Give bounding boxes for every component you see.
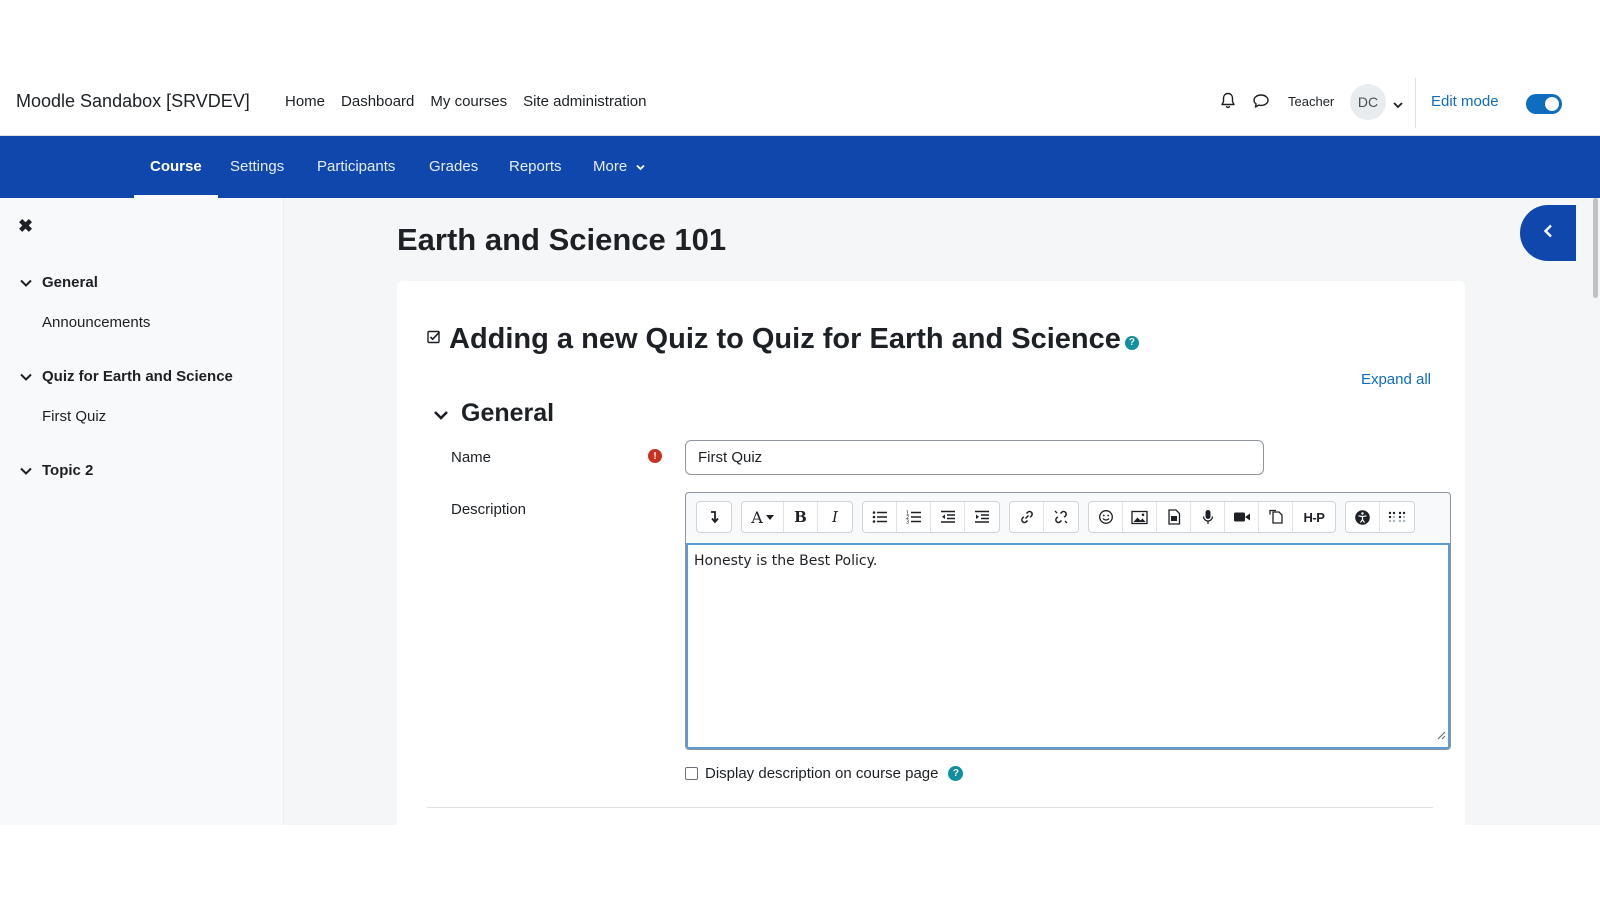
- accessibility-icon[interactable]: [1346, 502, 1380, 532]
- tab-participants[interactable]: Participants: [317, 136, 395, 198]
- resize-handle-icon[interactable]: [1436, 727, 1446, 745]
- course-index-section-title[interactable]: Topic 2: [42, 462, 93, 479]
- section-title[interactable]: General: [461, 399, 554, 428]
- open-block-drawer-button[interactable]: [1520, 205, 1576, 261]
- expand-all-link[interactable]: Expand all: [1361, 371, 1431, 388]
- quiz-icon: [427, 330, 441, 349]
- name-label: Name: [451, 449, 492, 466]
- chevron-down-icon[interactable]: [1393, 96, 1403, 114]
- secondary-navigation: Course Settings Participants Grades Repo…: [0, 136, 1600, 198]
- nav-my-courses[interactable]: My courses: [430, 93, 507, 110]
- chevron-down-icon: [636, 136, 645, 198]
- edit-mode-label[interactable]: Edit mode: [1431, 93, 1499, 110]
- course-index-drawer: ✖ General Announcements Quiz for Earth a…: [0, 198, 284, 825]
- site-name[interactable]: Moodle Sandabox [SRVDEV]: [16, 91, 250, 112]
- main-region: Earth and Science 101 Adding a new Quiz …: [284, 198, 1600, 825]
- close-icon[interactable]: ✖: [18, 216, 33, 237]
- bold-icon[interactable]: B: [784, 502, 818, 532]
- tab-reports[interactable]: Reports: [509, 136, 562, 198]
- course-index-section-title[interactable]: Quiz for Earth and Science: [42, 368, 233, 385]
- chevron-down-icon[interactable]: [20, 274, 32, 291]
- svg-text:3: 3: [906, 520, 909, 525]
- help-icon[interactable]: ?: [948, 766, 964, 781]
- link-icon[interactable]: [1010, 502, 1044, 532]
- form-title: Adding a new Quiz to Quiz for Earth and …: [449, 323, 1121, 355]
- section-toggle-general[interactable]: General: [433, 399, 554, 428]
- required-icon: !: [648, 449, 662, 463]
- toolbar-group: 123: [862, 501, 1000, 533]
- page-scrollbar[interactable]: [1593, 198, 1598, 298]
- toolbar-group: [696, 501, 732, 533]
- description-label: Description: [451, 501, 527, 518]
- primary-navigation: Home Dashboard My courses Site administr…: [285, 93, 663, 110]
- navbar-divider: [1415, 78, 1416, 128]
- chevron-down-icon[interactable]: [20, 462, 32, 479]
- editor-toolbar: A B I 123 H-P: [696, 501, 1424, 535]
- manage-files-icon[interactable]: [1259, 502, 1293, 532]
- record-audio-icon[interactable]: [1191, 502, 1225, 532]
- display-description-label[interactable]: Display description on course page: [705, 765, 938, 782]
- toolbar-group: A B I: [741, 501, 853, 533]
- emoji-icon[interactable]: [1089, 502, 1123, 532]
- unlink-icon[interactable]: [1044, 502, 1078, 532]
- description-textarea[interactable]: Honesty is the Best Policy.: [686, 543, 1450, 749]
- tab-more-wrapper[interactable]: More: [593, 136, 645, 198]
- ordered-list-icon[interactable]: 123: [897, 502, 931, 532]
- form-card: Adding a new Quiz to Quiz for Earth and …: [397, 281, 1465, 825]
- user-name[interactable]: Teacher: [1288, 94, 1334, 109]
- toolbar-group: H-P: [1088, 501, 1336, 533]
- unordered-list-icon[interactable]: [863, 502, 897, 532]
- page-title: Earth and Science 101: [397, 222, 727, 257]
- edit-mode-toggle[interactable]: [1526, 94, 1562, 114]
- chevron-down-icon[interactable]: [20, 368, 32, 385]
- chevron-down-icon[interactable]: [433, 399, 449, 428]
- section-divider: [427, 807, 1433, 808]
- nav-home[interactable]: Home: [285, 93, 325, 110]
- avatar[interactable]: DC: [1350, 84, 1386, 120]
- media-icon[interactable]: [1157, 502, 1191, 532]
- course-index-item-announcements[interactable]: Announcements: [42, 314, 150, 331]
- course-index-section-title[interactable]: General: [42, 274, 98, 291]
- tab-settings[interactable]: Settings: [230, 136, 284, 198]
- toolbar-group: [1345, 501, 1415, 533]
- toolbar-group: [1009, 501, 1079, 533]
- nav-site-administration[interactable]: Site administration: [523, 93, 646, 110]
- tab-grades[interactable]: Grades: [429, 136, 478, 198]
- chevron-left-icon: [1543, 224, 1553, 243]
- help-icon[interactable]: ?: [1124, 335, 1139, 350]
- course-index-section-general[interactable]: General: [20, 274, 98, 291]
- tab-course[interactable]: Course: [134, 136, 218, 198]
- notification-bell-icon[interactable]: [1220, 92, 1236, 115]
- outdent-icon[interactable]: [931, 502, 965, 532]
- indent-icon[interactable]: [965, 502, 999, 532]
- tab-more[interactable]: More: [593, 158, 627, 175]
- description-text[interactable]: Honesty is the Best Policy.: [694, 553, 877, 569]
- italic-icon[interactable]: I: [818, 502, 852, 532]
- display-description-row: Display description on course page ?: [685, 765, 964, 782]
- top-navbar: Moodle Sandabox [SRVDEV] Home Dashboard …: [0, 70, 1600, 136]
- h5p-icon[interactable]: H-P: [1293, 502, 1335, 532]
- name-field[interactable]: [685, 440, 1264, 475]
- display-description-checkbox[interactable]: [685, 767, 698, 780]
- course-index-section-quiz[interactable]: Quiz for Earth and Science: [20, 368, 233, 385]
- paragraph-styles-icon[interactable]: A: [742, 502, 784, 532]
- form-heading: Adding a new Quiz to Quiz for Earth and …: [427, 323, 1139, 356]
- messages-icon[interactable]: [1252, 92, 1270, 115]
- screenreader-helper-icon[interactable]: [1380, 502, 1414, 532]
- toolbar-toggle-icon[interactable]: [697, 502, 731, 532]
- course-index-section-topic-2[interactable]: Topic 2: [20, 462, 93, 479]
- record-video-icon[interactable]: [1225, 502, 1259, 532]
- description-editor: A B I 123 H-P Honesty is the Best Policy…: [685, 492, 1451, 750]
- course-index-item-first-quiz[interactable]: First Quiz: [42, 408, 106, 425]
- nav-dashboard[interactable]: Dashboard: [341, 93, 414, 110]
- image-icon[interactable]: [1123, 502, 1157, 532]
